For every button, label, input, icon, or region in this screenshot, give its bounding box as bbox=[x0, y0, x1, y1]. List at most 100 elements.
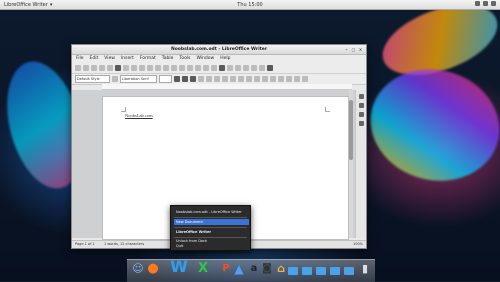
bold-icon[interactable] bbox=[174, 76, 180, 82]
paragraph-icon[interactable] bbox=[302, 76, 308, 82]
bullets-icon[interactable] bbox=[270, 76, 276, 82]
pilcrow-icon[interactable] bbox=[267, 65, 273, 71]
hyperlink-icon[interactable] bbox=[203, 65, 209, 71]
folder-icon[interactable] bbox=[288, 267, 298, 275]
menu-window[interactable]: Window bbox=[196, 55, 214, 63]
font-size-select[interactable] bbox=[159, 75, 172, 83]
align-right-icon[interactable] bbox=[254, 76, 260, 82]
clock[interactable]: Thu 15:00 bbox=[0, 2, 500, 8]
redo-icon[interactable] bbox=[195, 65, 201, 71]
find-icon[interactable] bbox=[243, 65, 249, 71]
standard-toolbar bbox=[72, 63, 366, 74]
indent-icon[interactable] bbox=[286, 76, 292, 82]
menu-item-open-document[interactable]: Noobslab.com.odt - LibreOffice Writer bbox=[174, 209, 249, 215]
autospell-icon[interactable] bbox=[147, 65, 153, 71]
new-icon[interactable] bbox=[75, 65, 81, 71]
folder-icon[interactable] bbox=[316, 267, 326, 275]
chart-icon[interactable] bbox=[227, 65, 233, 71]
menu-table[interactable]: Table bbox=[162, 55, 174, 63]
copy-icon[interactable] bbox=[163, 65, 169, 71]
draw-icon[interactable] bbox=[235, 65, 241, 71]
libreoffice-writer-icon[interactable]: W bbox=[169, 258, 189, 276]
outdent-icon[interactable] bbox=[294, 76, 300, 82]
amazon-icon[interactable]: a bbox=[247, 262, 261, 276]
clone-icon[interactable] bbox=[179, 65, 185, 71]
close-icon[interactable]: × bbox=[358, 47, 363, 52]
menu-separator bbox=[174, 227, 247, 228]
menu-help[interactable]: Help bbox=[220, 55, 230, 63]
save-icon[interactable] bbox=[91, 65, 97, 71]
spellcheck-icon[interactable] bbox=[139, 65, 145, 71]
superscript-icon[interactable] bbox=[206, 76, 212, 82]
font-name-select[interactable]: Liberation Serif bbox=[120, 75, 157, 83]
gallery-sidebar-icon[interactable] bbox=[358, 112, 364, 117]
navigator-icon[interactable] bbox=[251, 65, 257, 71]
menu-view[interactable]: View bbox=[104, 55, 115, 63]
image-icon[interactable] bbox=[219, 65, 225, 71]
justify-icon[interactable] bbox=[262, 76, 268, 82]
network-icon[interactable] bbox=[475, 1, 480, 6]
scrollbar-thumb[interactable] bbox=[349, 100, 353, 160]
app-store-icon[interactable]: ▲ bbox=[232, 262, 246, 276]
menu-insert[interactable]: Insert bbox=[121, 55, 134, 63]
menu-item-new-document[interactable]: New Document bbox=[174, 219, 249, 225]
properties-icon[interactable] bbox=[358, 94, 364, 99]
wallpaper-swirl bbox=[357, 55, 500, 195]
page-count[interactable]: Page 1 of 1 bbox=[75, 241, 95, 248]
finder-icon[interactable]: ☺ bbox=[131, 262, 145, 276]
pdf-icon[interactable] bbox=[115, 65, 121, 71]
folder-icon[interactable] bbox=[330, 267, 340, 275]
window-titlebar[interactable]: Noobslab.com.odt - LibreOffice Writer – … bbox=[72, 45, 366, 55]
margin-corner bbox=[121, 107, 126, 112]
trash-icon[interactable]: ▮ bbox=[358, 262, 372, 276]
gallery-icon[interactable] bbox=[259, 65, 265, 71]
font-color-icon[interactable] bbox=[222, 76, 228, 82]
maximize-icon[interactable]: □ bbox=[351, 47, 356, 52]
camera-icon[interactable]: ◙ bbox=[260, 262, 274, 276]
table-icon[interactable] bbox=[211, 65, 217, 71]
styles-icon[interactable] bbox=[112, 76, 118, 82]
undo-icon[interactable] bbox=[187, 65, 193, 71]
home-icon[interactable]: ⌂ bbox=[274, 262, 288, 276]
word-count[interactable]: 1 words, 12 characters bbox=[104, 241, 144, 248]
folder-icon[interactable] bbox=[302, 267, 312, 275]
align-left-icon[interactable] bbox=[238, 76, 244, 82]
paragraph-style-select[interactable]: Default Style bbox=[75, 75, 110, 83]
preview-icon[interactable] bbox=[131, 65, 137, 71]
dock-context-menu: Noobslab.com.odt - LibreOffice Writer Ne… bbox=[170, 205, 251, 251]
vertical-scrollbar[interactable] bbox=[349, 90, 353, 238]
volume-icon[interactable] bbox=[483, 1, 488, 6]
styles-sidebar-icon[interactable] bbox=[358, 103, 364, 108]
power-icon[interactable] bbox=[491, 1, 496, 6]
libreoffice-calc-icon[interactable]: X bbox=[196, 262, 210, 276]
edit-icon[interactable] bbox=[107, 65, 113, 71]
menu-item-quit[interactable]: Quit bbox=[174, 243, 249, 249]
underline-icon[interactable] bbox=[190, 76, 196, 82]
navigator-sidebar-icon[interactable] bbox=[358, 121, 364, 126]
italic-icon[interactable] bbox=[182, 76, 188, 82]
highlight-icon[interactable] bbox=[230, 76, 236, 82]
folder-icon[interactable] bbox=[344, 267, 354, 275]
strikethrough-icon[interactable] bbox=[198, 76, 204, 82]
subscript-icon[interactable] bbox=[214, 76, 220, 82]
menu-tools[interactable]: Tools bbox=[179, 55, 190, 63]
menu-format[interactable]: Format bbox=[140, 55, 156, 63]
menu-item-app[interactable]: LibreOffice Writer bbox=[174, 229, 249, 235]
minimize-icon[interactable]: – bbox=[344, 47, 349, 52]
open-icon[interactable] bbox=[83, 65, 89, 71]
top-panel: LibreOffice Writer ▾ Thu 15:00 bbox=[0, 0, 500, 10]
print-icon[interactable] bbox=[123, 65, 129, 71]
email-icon[interactable] bbox=[99, 65, 105, 71]
numbering-icon[interactable] bbox=[278, 76, 284, 82]
paste-icon[interactable] bbox=[171, 65, 177, 71]
margin-corner bbox=[325, 107, 330, 112]
cut-icon[interactable] bbox=[155, 65, 161, 71]
menu-file[interactable]: File bbox=[76, 55, 84, 63]
menu-edit[interactable]: Edit bbox=[90, 55, 99, 63]
firefox-icon[interactable]: ● bbox=[146, 262, 160, 276]
document-text[interactable]: NoobsLab.com bbox=[125, 113, 153, 118]
libreoffice-impress-icon[interactable]: P bbox=[219, 262, 233, 276]
zoom-level[interactable]: 100% bbox=[353, 241, 363, 248]
align-center-icon[interactable] bbox=[246, 76, 252, 82]
menu-separator bbox=[174, 217, 247, 218]
